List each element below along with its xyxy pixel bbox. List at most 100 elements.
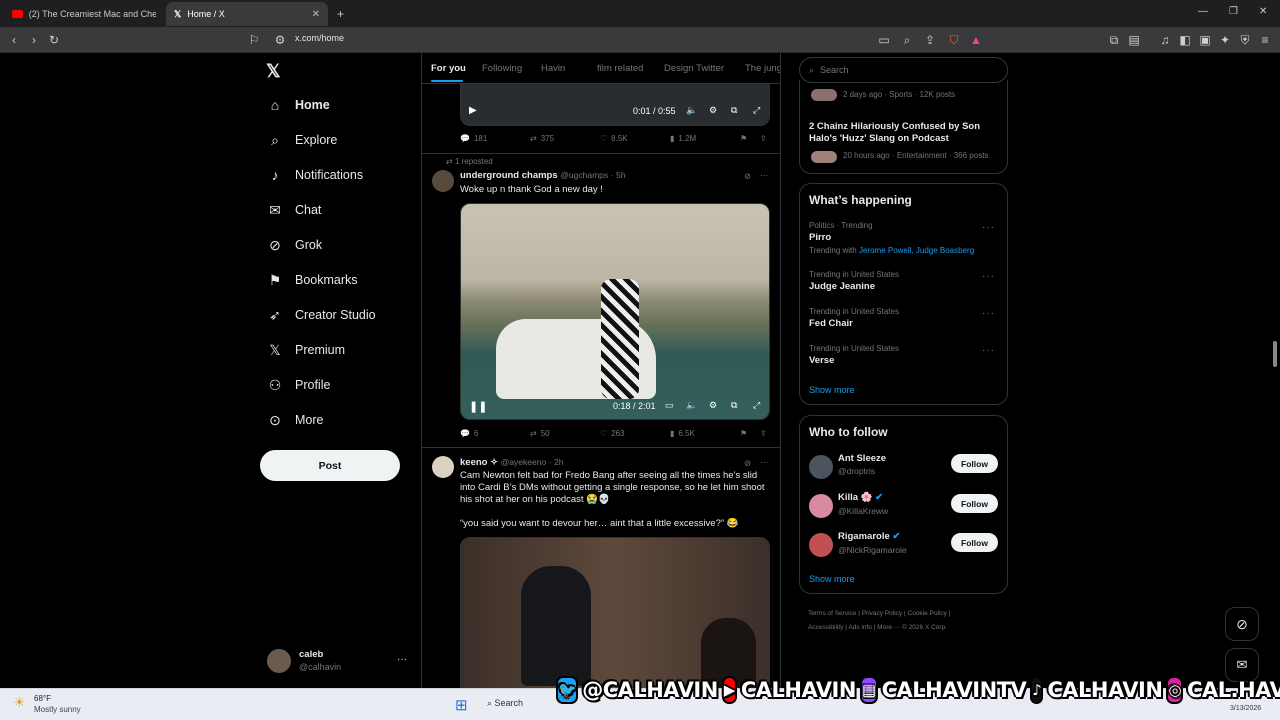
follow-button[interactable]: Follow bbox=[951, 533, 998, 552]
trend-item[interactable]: Trending in United States Verse bbox=[809, 344, 899, 366]
avatar[interactable] bbox=[432, 170, 454, 192]
avatar[interactable] bbox=[809, 533, 833, 557]
grok-icon[interactable]: ⊘ bbox=[744, 171, 751, 182]
trend-item[interactable]: Politics · Trending Pirro Trending with … bbox=[809, 221, 999, 255]
footer-link[interactable]: Terms of Service bbox=[808, 610, 856, 617]
forward-icon[interactable]: › bbox=[26, 32, 42, 48]
leo-icon[interactable]: ✦ bbox=[1217, 32, 1233, 48]
tab-for-you[interactable]: For you bbox=[431, 63, 466, 74]
avatar[interactable] bbox=[432, 456, 454, 478]
trend-more-icon[interactable]: ··· bbox=[982, 271, 995, 282]
share-button[interactable]: ⇪ bbox=[760, 429, 767, 438]
extensions-icon[interactable]: ⧉ bbox=[1106, 32, 1122, 48]
avatar[interactable] bbox=[809, 455, 833, 479]
tab-havin[interactable]: Havin bbox=[541, 63, 565, 74]
tab-design-twitter[interactable]: Design Twitter bbox=[664, 63, 724, 74]
trend-item[interactable]: Trending in United States Judge Jeanine bbox=[809, 270, 899, 292]
nav-notifications[interactable]: ♪ Notifications bbox=[268, 167, 364, 183]
avatar[interactable] bbox=[267, 649, 291, 673]
grok-float-icon[interactable]: ⊘ bbox=[1225, 607, 1259, 641]
follow-name[interactable]: Killa 🌸 ✔ bbox=[838, 492, 883, 503]
footer-link[interactable]: Cookie Policy bbox=[908, 610, 947, 617]
news-title[interactable]: 2 Chainz Hilariously Confused by Son Hal… bbox=[809, 121, 1004, 145]
nav-profile[interactable]: ⚇ Profile bbox=[268, 377, 331, 393]
post-more-icon[interactable]: ··· bbox=[760, 170, 769, 180]
nav-grok[interactable]: ⊘ Grok bbox=[268, 237, 322, 253]
sidebar-icon[interactable]: ◧ bbox=[1177, 32, 1193, 48]
footer-link[interactable]: Privacy Policy bbox=[862, 610, 902, 617]
author-name[interactable]: underground champs bbox=[460, 170, 558, 181]
settings-icon[interactable]: ⚙ bbox=[709, 105, 717, 116]
repost-button[interactable]: ⇄ 375 bbox=[530, 134, 554, 143]
media-icon[interactable]: ♫ bbox=[1157, 32, 1173, 48]
back-icon[interactable]: ‹ bbox=[6, 32, 22, 48]
nav-premium[interactable]: 𝕏 Premium bbox=[268, 342, 345, 358]
reply-button[interactable]: 💬 6 bbox=[460, 429, 478, 438]
like-button[interactable]: ♡ 263 bbox=[600, 429, 625, 438]
address-bar[interactable]: x.com/home bbox=[295, 33, 344, 43]
footer-link[interactable]: More ··· bbox=[877, 624, 900, 631]
x-logo-icon[interactable]: 𝕏 bbox=[266, 61, 281, 82]
author-handle[interactable]: @ayekeeno bbox=[501, 457, 547, 467]
pip-icon[interactable]: ⧉ bbox=[731, 400, 737, 411]
nav-chat[interactable]: ✉ Chat bbox=[268, 202, 321, 218]
post-button[interactable]: Post bbox=[260, 450, 400, 481]
repost-button[interactable]: ⇄ 50 bbox=[530, 429, 550, 438]
show-more-link[interactable]: Show more bbox=[809, 385, 855, 395]
footer-link[interactable]: Accessibility bbox=[808, 624, 843, 631]
nav-bookmarks[interactable]: ⚑ Bookmarks bbox=[268, 272, 358, 288]
like-button[interactable]: ♡ 8.5K bbox=[600, 134, 628, 143]
fullscreen-icon[interactable]: ⤢ bbox=[753, 105, 760, 116]
share-button[interactable]: ⇪ bbox=[760, 134, 767, 143]
bookmark-button[interactable]: ⚑ bbox=[740, 429, 747, 438]
new-tab-button[interactable]: + bbox=[337, 7, 344, 21]
trend-more-icon[interactable]: ··· bbox=[982, 308, 995, 319]
trend-more-icon[interactable]: ··· bbox=[982, 222, 995, 233]
fullscreen-icon[interactable]: ⤢ bbox=[753, 400, 760, 411]
zoom-icon[interactable]: ⌕ bbox=[899, 32, 915, 48]
cast-icon[interactable]: ▭ bbox=[876, 32, 892, 48]
tab-following[interactable]: Following bbox=[482, 63, 522, 74]
tab-film-related[interactable]: film related bbox=[597, 63, 643, 74]
views-button[interactable]: ▮ 1.2M bbox=[670, 134, 696, 143]
footer-link[interactable]: Ads info bbox=[848, 624, 872, 631]
brave-rewards-icon[interactable]: ▲ bbox=[968, 32, 984, 48]
follow-button[interactable]: Follow bbox=[951, 494, 998, 513]
browser-tab-x[interactable]: 𝕏 Home / X ✕ bbox=[166, 2, 328, 26]
brave-shield-icon[interactable]: ⛉ bbox=[946, 32, 962, 48]
restore-icon[interactable]: ❐ bbox=[1229, 6, 1238, 17]
nav-home[interactable]: ⌂ Home bbox=[268, 97, 330, 113]
volume-icon[interactable]: 🔈 bbox=[686, 105, 697, 116]
reload-icon[interactable]: ↻ bbox=[46, 32, 62, 48]
previous-video[interactable]: ▶ 0:01 / 0:55 🔈 ⚙ ⧉ ⤢ bbox=[460, 83, 770, 126]
pause-icon[interactable]: ❚❚ bbox=[469, 400, 487, 413]
tab-the-jung[interactable]: The jung bbox=[745, 63, 780, 74]
taskbar-search[interactable]: ⌕ Search bbox=[487, 698, 523, 709]
nav-more[interactable]: ⊙ More bbox=[268, 412, 323, 428]
author-name[interactable]: keeno ✧ bbox=[460, 457, 498, 468]
trend-more-icon[interactable]: ··· bbox=[982, 345, 995, 356]
grok-icon[interactable]: ⊘ bbox=[744, 458, 751, 469]
play-icon[interactable]: ▶ bbox=[469, 105, 477, 116]
windows-start-icon[interactable]: ⊞ bbox=[455, 696, 468, 714]
volume-icon[interactable]: 🔈 bbox=[686, 400, 697, 411]
close-tab-icon[interactable]: ✕ bbox=[312, 9, 320, 20]
vpn-icon[interactable]: ⛨ bbox=[1237, 32, 1253, 48]
scrollbar[interactable] bbox=[1273, 341, 1277, 367]
captions-icon[interactable]: ▭ bbox=[665, 400, 674, 411]
site-settings-icon[interactable]: ⚙ bbox=[272, 32, 288, 48]
post-video[interactable] bbox=[460, 537, 770, 693]
post-video[interactable]: ❚❚ 0:18 / 2:01 ▭ 🔈 ⚙ ⧉ ⤢ bbox=[460, 203, 770, 420]
avatar[interactable] bbox=[809, 494, 833, 518]
views-button[interactable]: ▮ 6.5K bbox=[670, 429, 695, 438]
nav-explore[interactable]: ⌕ Explore bbox=[268, 132, 337, 148]
bookmark-page-icon[interactable]: ⚐ bbox=[246, 32, 262, 48]
show-more-link[interactable]: Show more bbox=[809, 574, 855, 584]
trend-item[interactable]: Trending in United States Fed Chair bbox=[809, 307, 899, 329]
close-window-icon[interactable]: ✕ bbox=[1259, 6, 1267, 17]
follow-name[interactable]: Ant Sleeze bbox=[838, 453, 886, 464]
pip-icon[interactable]: ⧉ bbox=[731, 105, 737, 116]
reader-icon[interactable]: ▤ bbox=[1126, 32, 1142, 48]
follow-button[interactable]: Follow bbox=[951, 454, 998, 473]
menu-icon[interactable]: ≡ bbox=[1257, 32, 1273, 48]
